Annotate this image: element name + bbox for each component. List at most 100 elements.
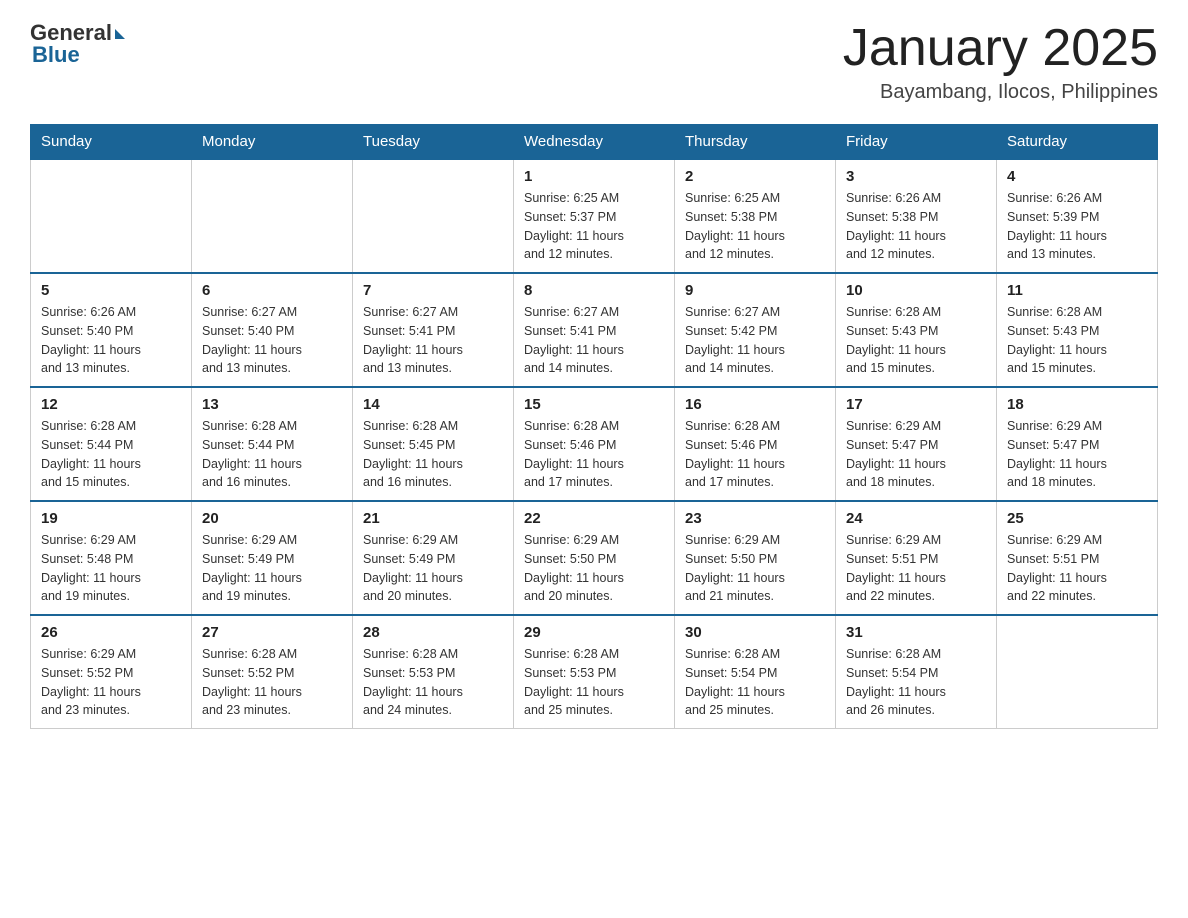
calendar-week-row: 26 Sunrise: 6:29 AMSunset: 5:52 PMDayligh…: [31, 615, 1158, 729]
day-info: Sunrise: 6:28 AMSunset: 5:43 PMDaylight:…: [1007, 303, 1147, 378]
month-title: January 2025: [843, 20, 1158, 77]
day-info: Sunrise: 6:28 AMSunset: 5:44 PMDaylight:…: [41, 417, 181, 492]
day-number: 10: [846, 282, 986, 299]
day-number: 23: [685, 510, 825, 527]
day-info: Sunrise: 6:28 AMSunset: 5:46 PMDaylight:…: [524, 417, 664, 492]
day-number: 30: [685, 624, 825, 641]
day-info: Sunrise: 6:29 AMSunset: 5:47 PMDaylight:…: [846, 417, 986, 492]
calendar-day-25: 25 Sunrise: 6:29 AMSunset: 5:51 PMDayligh…: [997, 501, 1158, 615]
day-number: 11: [1007, 282, 1147, 299]
logo-blue-text: Blue: [32, 42, 80, 68]
calendar-week-row: 19 Sunrise: 6:29 AMSunset: 5:48 PMDayligh…: [31, 501, 1158, 615]
calendar-day-7: 7 Sunrise: 6:27 AMSunset: 5:41 PMDaylight…: [353, 273, 514, 387]
calendar-day-28: 28 Sunrise: 6:28 AMSunset: 5:53 PMDayligh…: [353, 615, 514, 729]
calendar-empty-cell: [997, 615, 1158, 729]
calendar-empty-cell: [353, 159, 514, 273]
calendar-day-12: 12Sunrise: 6:28 AMSunset: 5:44 PMDayligh…: [31, 387, 192, 501]
calendar-day-13: 13Sunrise: 6:28 AMSunset: 5:44 PMDayligh…: [192, 387, 353, 501]
calendar-day-18: 18 Sunrise: 6:29 AMSunset: 5:47 PMDayligh…: [997, 387, 1158, 501]
day-number: 4: [1007, 168, 1147, 185]
day-number: 22: [524, 510, 664, 527]
day-info: Sunrise: 6:26 AMSunset: 5:38 PMDaylight:…: [846, 189, 986, 264]
calendar-day-8: 8 Sunrise: 6:27 AMSunset: 5:41 PMDaylight…: [514, 273, 675, 387]
day-info: Sunrise: 6:28 AMSunset: 5:46 PMDaylight:…: [685, 417, 825, 492]
day-number: 24: [846, 510, 986, 527]
day-info: Sunrise: 6:27 AMSunset: 5:41 PMDaylight:…: [524, 303, 664, 378]
day-info: Sunrise: 6:28 AMSunset: 5:54 PMDaylight:…: [846, 645, 986, 720]
day-number: 3: [846, 168, 986, 185]
day-info: Sunrise: 6:28 AMSunset: 5:53 PMDaylight:…: [524, 645, 664, 720]
calendar-day-22: 22 Sunrise: 6:29 AMSunset: 5:50 PMDayligh…: [514, 501, 675, 615]
calendar-day-5: 5Sunrise: 6:26 AMSunset: 5:40 PMDaylight…: [31, 273, 192, 387]
weekday-header-tuesday: Tuesday: [353, 125, 514, 160]
calendar-day-17: 17Sunrise: 6:29 AMSunset: 5:47 PMDayligh…: [836, 387, 997, 501]
title-section: January 2025 Bayambang, Ilocos, Philippi…: [843, 20, 1158, 104]
day-info: Sunrise: 6:29 AMSunset: 5:47 PMDaylight:…: [1007, 417, 1147, 492]
day-info: Sunrise: 6:25 AMSunset: 5:38 PMDaylight:…: [685, 189, 825, 264]
calendar-day-9: 9 Sunrise: 6:27 AMSunset: 5:42 PMDaylight…: [675, 273, 836, 387]
calendar-day-14: 14 Sunrise: 6:28 AMSunset: 5:45 PMDayligh…: [353, 387, 514, 501]
day-number: 14: [363, 396, 503, 413]
day-info: Sunrise: 6:29 AMSunset: 5:49 PMDaylight:…: [202, 531, 342, 606]
calendar-day-1: 1Sunrise: 6:25 AMSunset: 5:37 PMDaylight…: [514, 159, 675, 273]
calendar-day-15: 15Sunrise: 6:28 AMSunset: 5:46 PMDayligh…: [514, 387, 675, 501]
day-number: 25: [1007, 510, 1147, 527]
day-info: Sunrise: 6:27 AMSunset: 5:41 PMDaylight:…: [363, 303, 503, 378]
day-info: Sunrise: 6:28 AMSunset: 5:53 PMDaylight:…: [363, 645, 503, 720]
day-info: Sunrise: 6:27 AMSunset: 5:42 PMDaylight:…: [685, 303, 825, 378]
day-number: 5: [41, 282, 181, 299]
day-number: 1: [524, 168, 664, 185]
calendar-day-4: 4Sunrise: 6:26 AMSunset: 5:39 PMDaylight…: [997, 159, 1158, 273]
calendar-week-row: 12Sunrise: 6:28 AMSunset: 5:44 PMDayligh…: [31, 387, 1158, 501]
weekday-header-thursday: Thursday: [675, 125, 836, 160]
weekday-header-wednesday: Wednesday: [514, 125, 675, 160]
weekday-header-sunday: Sunday: [31, 125, 192, 160]
day-number: 6: [202, 282, 342, 299]
day-info: Sunrise: 6:29 AMSunset: 5:49 PMDaylight:…: [363, 531, 503, 606]
day-info: Sunrise: 6:28 AMSunset: 5:43 PMDaylight:…: [846, 303, 986, 378]
day-number: 19: [41, 510, 181, 527]
day-number: 16: [685, 396, 825, 413]
day-number: 2: [685, 168, 825, 185]
logo: General Blue: [30, 20, 125, 68]
day-number: 28: [363, 624, 503, 641]
day-info: Sunrise: 6:29 AMSunset: 5:51 PMDaylight:…: [846, 531, 986, 606]
day-info: Sunrise: 6:29 AMSunset: 5:51 PMDaylight:…: [1007, 531, 1147, 606]
calendar-day-10: 10 Sunrise: 6:28 AMSunset: 5:43 PMDayligh…: [836, 273, 997, 387]
calendar-day-30: 30Sunrise: 6:28 AMSunset: 5:54 PMDayligh…: [675, 615, 836, 729]
day-info: Sunrise: 6:29 AMSunset: 5:52 PMDaylight:…: [41, 645, 181, 720]
calendar-day-3: 3 Sunrise: 6:26 AMSunset: 5:38 PMDaylight…: [836, 159, 997, 273]
calendar-day-19: 19 Sunrise: 6:29 AMSunset: 5:48 PMDayligh…: [31, 501, 192, 615]
day-info: Sunrise: 6:29 AMSunset: 5:48 PMDaylight:…: [41, 531, 181, 606]
weekday-header-saturday: Saturday: [997, 125, 1158, 160]
calendar-header-row: SundayMondayTuesdayWednesdayThursdayFrid…: [31, 125, 1158, 160]
calendar-empty-cell: [192, 159, 353, 273]
day-number: 21: [363, 510, 503, 527]
day-info: Sunrise: 6:28 AMSunset: 5:45 PMDaylight:…: [363, 417, 503, 492]
day-number: 29: [524, 624, 664, 641]
day-number: 20: [202, 510, 342, 527]
calendar-week-row: 5Sunrise: 6:26 AMSunset: 5:40 PMDaylight…: [31, 273, 1158, 387]
calendar-day-21: 21 Sunrise: 6:29 AMSunset: 5:49 PMDayligh…: [353, 501, 514, 615]
calendar-day-2: 2 Sunrise: 6:25 AMSunset: 5:38 PMDaylight…: [675, 159, 836, 273]
day-number: 9: [685, 282, 825, 299]
day-number: 13: [202, 396, 342, 413]
day-number: 8: [524, 282, 664, 299]
day-number: 26: [41, 624, 181, 641]
day-info: Sunrise: 6:28 AMSunset: 5:52 PMDaylight:…: [202, 645, 342, 720]
location-text: Bayambang, Ilocos, Philippines: [843, 81, 1158, 104]
day-number: 18: [1007, 396, 1147, 413]
calendar-day-24: 24 Sunrise: 6:29 AMSunset: 5:51 PMDayligh…: [836, 501, 997, 615]
day-info: Sunrise: 6:27 AMSunset: 5:40 PMDaylight:…: [202, 303, 342, 378]
calendar-day-11: 11 Sunrise: 6:28 AMSunset: 5:43 PMDayligh…: [997, 273, 1158, 387]
calendar-day-27: 27Sunrise: 6:28 AMSunset: 5:52 PMDayligh…: [192, 615, 353, 729]
calendar-day-20: 20 Sunrise: 6:29 AMSunset: 5:49 PMDayligh…: [192, 501, 353, 615]
day-number: 31: [846, 624, 986, 641]
calendar-day-26: 26 Sunrise: 6:29 AMSunset: 5:52 PMDayligh…: [31, 615, 192, 729]
day-info: Sunrise: 6:29 AMSunset: 5:50 PMDaylight:…: [524, 531, 664, 606]
page-header: General Blue January 2025 Bayambang, Ilo…: [30, 20, 1158, 104]
weekday-header-friday: Friday: [836, 125, 997, 160]
calendar-day-31: 31 Sunrise: 6:28 AMSunset: 5:54 PMDayligh…: [836, 615, 997, 729]
day-number: 7: [363, 282, 503, 299]
calendar-day-29: 29 Sunrise: 6:28 AMSunset: 5:53 PMDayligh…: [514, 615, 675, 729]
